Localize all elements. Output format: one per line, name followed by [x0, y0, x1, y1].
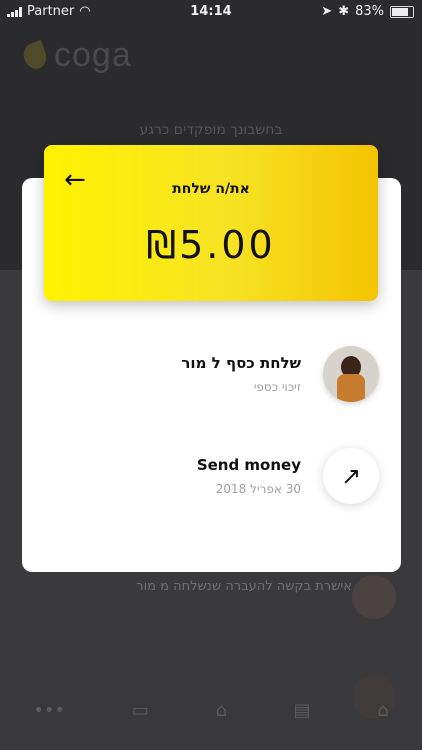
avatar [323, 346, 379, 402]
item-subtitle: זיכוי כספי [253, 380, 301, 394]
battery-icon [390, 5, 414, 18]
item-title: שלחת כסף ל מור [181, 354, 301, 372]
item-title: Send money [196, 456, 301, 474]
arrow-up-right-icon: ↗ [323, 448, 379, 504]
bottom-nav-icons: ••• ▭ ⌂ ▤ ⌂ [0, 700, 422, 721]
location-icon: ➤ [321, 4, 333, 19]
status-bar: Partner ◠ 14:14 ➤ ✱ 83% [0, 0, 422, 22]
bluetooth-icon: ✱ [338, 4, 350, 19]
battery-percent: 83% [355, 4, 384, 19]
amount-value: ₪5.00 [146, 223, 276, 267]
document-icon[interactable]: ▤ [294, 700, 311, 721]
more-icon[interactable]: ••• [33, 700, 65, 721]
logo-text: coga [54, 36, 132, 74]
item-date: 30 אפריל 2018 [215, 482, 301, 496]
activity-row-text: אישרת בקשה להעברה שנשלחה מ מור [136, 579, 352, 594]
leaf-icon [20, 39, 50, 72]
app-logo: coga [20, 36, 132, 75]
home-icon[interactable]: ⌂ [215, 700, 226, 721]
store-icon[interactable]: ⌂ [377, 700, 388, 721]
avatar [352, 575, 396, 619]
card-icon[interactable]: ▭ [132, 700, 149, 721]
balance-caption: בחשבונך מופקדים כרגע [139, 122, 283, 138]
list-item[interactable]: שלחת כסף ל מור זיכוי כספי [22, 344, 401, 404]
amount-label: את/ה שלחת [172, 181, 250, 197]
amount-header: ← את/ה שלחת ₪5.00 [44, 145, 378, 301]
list-item[interactable]: Send money 30 אפריל 2018 ↗ [22, 446, 401, 506]
